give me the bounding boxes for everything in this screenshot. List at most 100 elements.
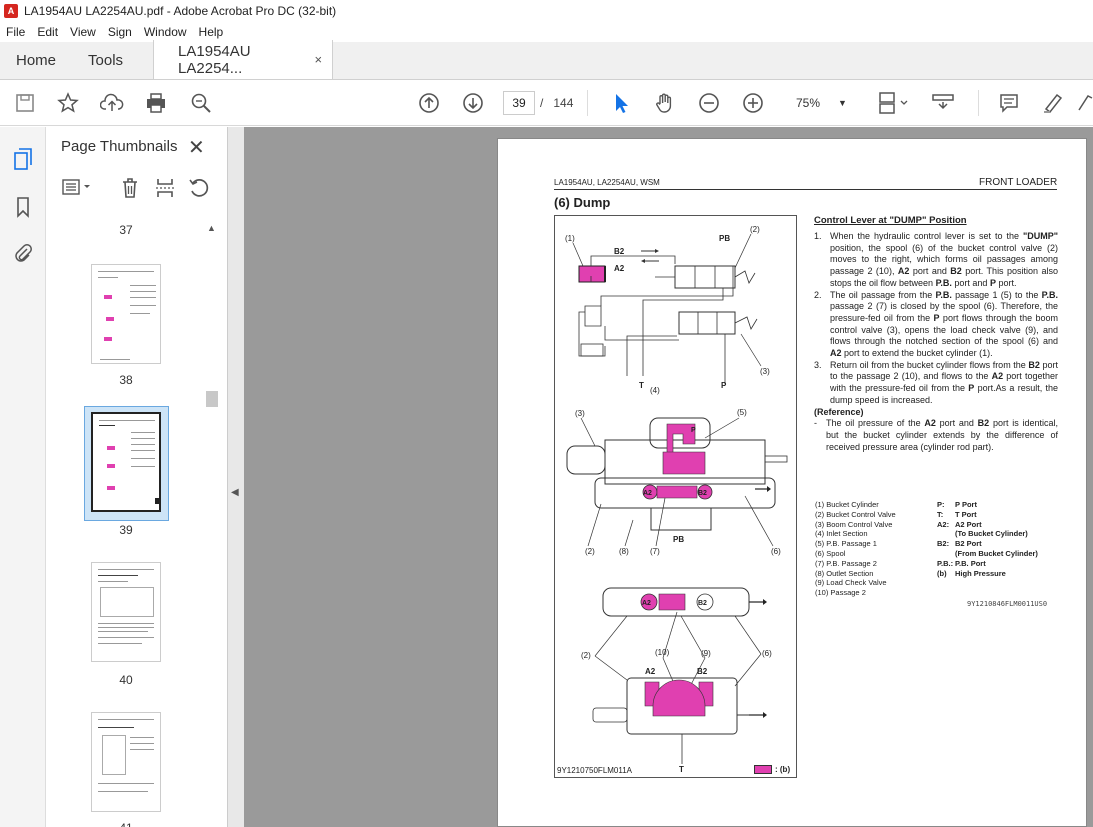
page-fit-icon[interactable]: [876, 90, 910, 116]
attachment-icon[interactable]: [11, 241, 35, 265]
fig-label-pb: PB: [719, 234, 730, 243]
panel-title: Page Thumbnails: [61, 138, 178, 155]
step-1: 1. When the hydraulic control lever is s…: [814, 231, 1058, 290]
fig-label-6: (6): [771, 547, 781, 556]
bookmark-star-icon[interactable]: [55, 90, 81, 116]
delete-icon[interactable]: [120, 177, 140, 204]
page-header-right: FRONT LOADER: [979, 177, 1058, 188]
fig-label-4: (4): [650, 386, 660, 395]
total-pages: 144: [553, 96, 574, 110]
page-number-input[interactable]: 39: [503, 91, 535, 115]
fig-label-a2b: A2: [643, 490, 652, 497]
left-navigation-rail: [0, 127, 46, 827]
scroll-thumb[interactable]: [206, 391, 218, 407]
previous-page-icon[interactable]: [416, 90, 442, 116]
fig-label-5: (5): [737, 408, 747, 417]
step-2: 2. The oil passage from the P.B. passage…: [814, 290, 1058, 360]
zoom-dropdown[interactable]: 75% ▼: [789, 91, 857, 115]
draw-pen-icon[interactable]: [1076, 90, 1093, 116]
step-number: 1.: [814, 231, 822, 241]
section-title: (6) Dump: [554, 195, 611, 210]
fig-label-t: T: [639, 381, 644, 390]
thumbnail-page-39[interactable]: [91, 412, 161, 512]
fig-label-a2: A2: [614, 264, 625, 273]
select-cursor-icon[interactable]: [608, 90, 634, 116]
fig-label-pb2: PB: [673, 535, 684, 544]
comment-icon[interactable]: [996, 90, 1022, 116]
print-icon[interactable]: [143, 90, 169, 116]
menu-sign[interactable]: Sign: [102, 25, 138, 39]
control-lever-heading: Control Lever at "DUMP" Position: [814, 215, 967, 226]
fig-label-p: P: [721, 381, 727, 390]
bookmark-icon[interactable]: [11, 195, 35, 219]
fig-label-2c: (2): [581, 651, 591, 660]
step-text: The oil passage from the P.B. passage 1 …: [830, 289, 1058, 359]
fig-label-2b: (2): [585, 547, 595, 556]
zoom-out-icon[interactable]: [696, 90, 722, 116]
menu-window[interactable]: Window: [138, 25, 193, 39]
highlight-pen-icon[interactable]: [1040, 90, 1066, 116]
port-item: B2: B2 Port: [937, 539, 982, 549]
thumbnail-label: 38: [119, 373, 133, 387]
scroll-mode-icon[interactable]: [930, 90, 956, 116]
header-rule: [554, 189, 1057, 190]
parts-list: (1) Bucket Cylinder (2) Bucket Control V…: [815, 500, 896, 598]
panel-collapse-handle[interactable]: ◀: [228, 127, 244, 827]
parts-item: (9) Load Check Valve: [815, 578, 887, 588]
thumbnail-page-40[interactable]: [91, 562, 161, 662]
fig-label-t2: T: [679, 765, 684, 774]
fig-label-a2d: A2: [645, 667, 656, 676]
parts-item: (1) Bucket Cylinder: [815, 500, 879, 509]
port-item: P: P Port: [937, 500, 977, 509]
thumbnail-page-41[interactable]: [91, 712, 161, 812]
zoom-value: 75%: [796, 96, 821, 110]
page-count: / 144: [540, 96, 573, 110]
reference-note: - The oil pressure of the A2 port and B2…: [814, 418, 1058, 453]
thumbnail-options-icon[interactable]: [61, 177, 93, 202]
hand-tool-icon[interactable]: [652, 90, 678, 116]
fig-label-b2d: B2: [697, 667, 708, 676]
acrobat-icon: A: [4, 4, 18, 18]
step-3: 3. Return oil from the bucket cylinder f…: [814, 360, 1058, 407]
ports-list: P: P Port T: T Port A2: A2 Port (To Bucket …: [937, 500, 1038, 578]
thumbnail-page-38[interactable]: [91, 264, 161, 364]
menu-edit[interactable]: Edit: [31, 25, 64, 39]
bullet: -: [814, 418, 817, 429]
parts-item: (5) P.B. Passage 1: [815, 539, 877, 549]
fig-label-10: (10): [655, 648, 670, 657]
fig-label-6b: (6): [762, 649, 772, 658]
next-page-icon[interactable]: [460, 90, 486, 116]
reference-heading: (Reference): [814, 406, 864, 417]
scroll-up-icon[interactable]: ▲: [207, 223, 216, 233]
insert-pages-icon[interactable]: [154, 177, 176, 204]
fig-label-a2c: A2: [642, 600, 651, 607]
fig-label-b2: B2: [614, 247, 625, 256]
zoom-search-icon[interactable]: [188, 90, 214, 116]
thumbnail-label: 40: [119, 673, 133, 687]
fig-label-p2: P: [691, 427, 696, 434]
port-item: P.B.: P.B. Port: [937, 558, 986, 568]
toolbar-divider: [587, 90, 588, 116]
menu-help[interactable]: Help: [193, 25, 230, 39]
tab-close-icon[interactable]: ×: [314, 52, 322, 67]
tab-document[interactable]: LA1954AU LA2254... ×: [153, 40, 334, 79]
high-pressure-swatch: [754, 765, 772, 774]
port-item: T: T Port: [937, 509, 977, 519]
close-icon[interactable]: ✕: [188, 135, 205, 160]
fig-label-8: (8): [619, 547, 629, 556]
upload-cloud-icon[interactable]: [99, 90, 125, 116]
save-icon[interactable]: [12, 90, 38, 116]
reference-text: The oil pressure of the A2 port and B2 p…: [826, 418, 1058, 452]
menu-file[interactable]: File: [0, 25, 31, 39]
menu-view[interactable]: View: [64, 25, 102, 39]
tab-home[interactable]: Home: [0, 41, 72, 79]
page-thumbnails-icon[interactable]: [11, 147, 35, 171]
thumbnail-scrollbar[interactable]: ▲: [204, 223, 218, 827]
parts-item: (8) Outlet Section: [815, 568, 874, 578]
rotate-icon[interactable]: [188, 177, 210, 204]
zoom-in-icon[interactable]: [740, 90, 766, 116]
fig-label-b2b: B2: [698, 490, 707, 497]
port-item: A2: A2 Port: [937, 519, 982, 529]
fig-label-1: (1): [565, 234, 575, 243]
tab-tools[interactable]: Tools: [72, 41, 139, 79]
